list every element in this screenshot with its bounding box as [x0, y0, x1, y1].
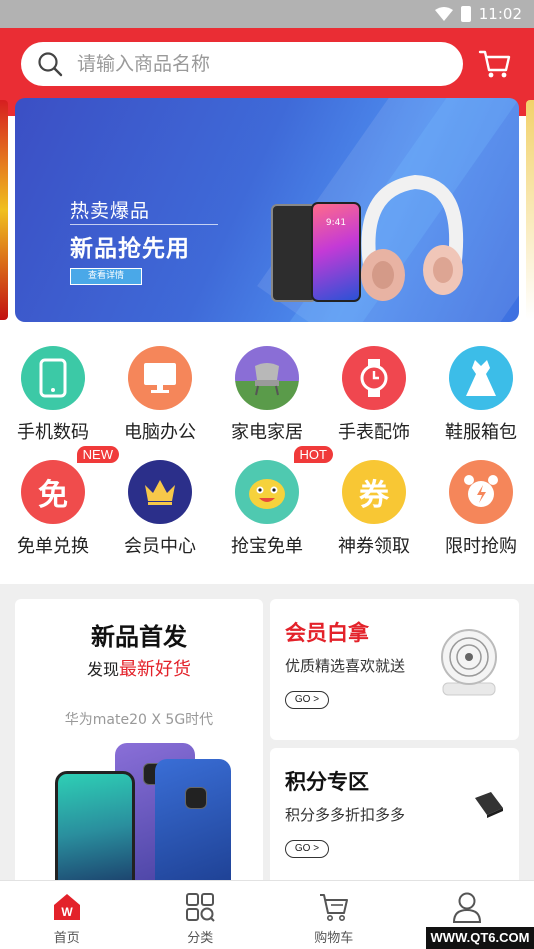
- category-label: 手机数码: [17, 422, 89, 443]
- banner-title: 新品抢先用: [70, 236, 190, 262]
- camera-module: [185, 787, 207, 809]
- category-label: 抢宝免单: [231, 536, 303, 557]
- category-free-exchange[interactable]: 免 NEW 免单兑换: [0, 446, 119, 558]
- promo-subtitle: 发现最新好货: [15, 655, 263, 681]
- promo-new-products-card[interactable]: 新品首发 发现最新好货 华为mate20 X 5G时代: [15, 599, 263, 889]
- promo-points-go-button[interactable]: GO >: [285, 840, 329, 858]
- promo-vip-card[interactable]: 会员白拿 优质精选喜欢就送 GO >: [270, 599, 519, 740]
- cart-icon: [318, 891, 350, 923]
- promo-points-desc: 积分多多折扣多多: [285, 806, 406, 824]
- category-phones[interactable]: 手机数码: [0, 346, 106, 444]
- category-member-center[interactable]: 会员中心: [107, 460, 213, 558]
- header: [0, 28, 534, 100]
- wifi-icon: [434, 7, 453, 21]
- category-coupons[interactable]: 券 神券领取: [321, 460, 427, 558]
- banner-next-slide[interactable]: [526, 100, 534, 320]
- watermark: WWW.QT6.COM: [426, 927, 534, 949]
- promo-points-card[interactable]: 积分专区 积分多多折扣多多 GO >: [270, 748, 519, 888]
- promo-vip-desc: 优质精选喜欢就送: [285, 657, 406, 675]
- banner-detail-button[interactable]: 查看详情: [70, 268, 142, 285]
- headphone-image: [361, 174, 464, 301]
- nav-label: 首页: [53, 931, 80, 946]
- category-computers[interactable]: 电脑办公: [107, 346, 213, 444]
- nav-home[interactable]: W 首页: [0, 881, 134, 949]
- crown-icon: [128, 460, 192, 524]
- user-icon: [451, 891, 483, 923]
- category-treasure-free[interactable]: HOT 抢宝免单: [214, 446, 333, 558]
- category-label: 鞋服箱包: [445, 422, 517, 443]
- category-label: 手表配饰: [338, 422, 410, 443]
- category-home[interactable]: 家电家居: [214, 346, 320, 444]
- alarm-icon: [449, 460, 513, 524]
- category-watches[interactable]: 手表配饰: [321, 346, 427, 444]
- category-label: 限时抢购: [445, 536, 517, 557]
- promo-subtitle-prefix: 发现: [86, 660, 119, 679]
- banner-prev-slide[interactable]: [0, 100, 8, 320]
- search-bar[interactable]: [21, 42, 463, 86]
- chair-icon: [235, 346, 299, 410]
- promo-product-name: 华为mate20 X 5G时代: [64, 712, 214, 728]
- promo-vip-go-button[interactable]: GO >: [285, 691, 329, 709]
- phone-image: 9:41: [311, 202, 361, 302]
- nav-label: 购物车: [314, 931, 354, 946]
- promo-subtitle-highlight: 最新好货: [119, 659, 191, 680]
- status-time: 11:02: [478, 5, 522, 23]
- category-label: 免单兑换: [17, 536, 89, 557]
- fan-image: [441, 629, 497, 696]
- home-icon-letter: W: [61, 905, 73, 919]
- mascot-icon: HOT: [235, 446, 333, 524]
- promo-points-title: 积分专区: [285, 770, 369, 794]
- category-flash-sale[interactable]: 限时抢购: [428, 460, 534, 558]
- promo-title: 新品首发: [91, 623, 187, 651]
- search-input[interactable]: [77, 53, 417, 75]
- banner-divider: [70, 224, 218, 225]
- monitor-icon: [128, 346, 192, 410]
- home-icon: W: [51, 891, 83, 923]
- free-icon: 免 NEW: [21, 446, 119, 524]
- nav-label: 分类: [187, 931, 214, 946]
- phone-image: [55, 771, 135, 889]
- category-clothing[interactable]: 鞋服箱包: [428, 346, 534, 444]
- coupon-icon: 券: [342, 460, 406, 524]
- category-label: 家电家居: [231, 422, 303, 443]
- phone-image: [155, 759, 231, 889]
- watch-icon: [342, 346, 406, 410]
- battery-icon: [460, 6, 471, 22]
- promo-vip-title: 会员白拿: [285, 621, 369, 645]
- gadget-image: [475, 792, 503, 818]
- nav-category[interactable]: 分类: [134, 881, 268, 949]
- status-bar: 11:02: [0, 0, 534, 28]
- search-icon: [37, 51, 63, 77]
- phone-icon: [21, 346, 85, 410]
- category-label: 电脑办公: [124, 422, 196, 443]
- category-label: 会员中心: [124, 536, 196, 557]
- banner-subtitle: 热卖爆品: [70, 200, 151, 222]
- cart-icon[interactable]: [478, 48, 512, 80]
- phone-clock: 9:41: [325, 218, 347, 228]
- category-grid: 手机数码 电脑办公 家电家居 手表配饰 鞋服箱包 免 NEW 免单兑换 会员中心…: [0, 340, 534, 566]
- nav-cart[interactable]: 购物车: [267, 881, 401, 949]
- banner-carousel[interactable]: 热卖爆品 新品抢先用 查看详情 9:41: [0, 96, 534, 328]
- dress-icon: [449, 346, 513, 410]
- category-label: 神券领取: [338, 536, 410, 557]
- banner-slide[interactable]: 热卖爆品 新品抢先用 查看详情 9:41: [15, 98, 519, 322]
- category-icon: [184, 891, 216, 923]
